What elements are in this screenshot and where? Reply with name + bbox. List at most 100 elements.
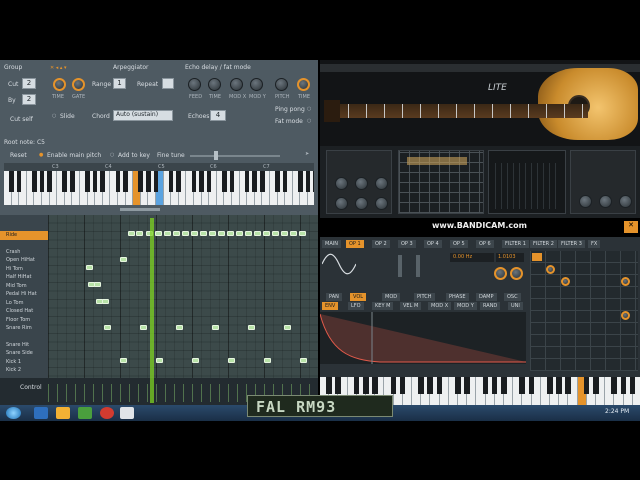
- black-key[interactable]: [100, 171, 105, 193]
- synth-tab[interactable]: OP 2: [372, 240, 390, 248]
- pan-fader[interactable]: [416, 255, 420, 277]
- note[interactable]: [136, 231, 143, 236]
- chord-knob[interactable]: [375, 197, 388, 210]
- drum-row[interactable]: Ride: [6, 232, 17, 238]
- sub-tab2[interactable]: RAND: [480, 302, 501, 310]
- cut-self-button[interactable]: Cut self: [10, 116, 33, 123]
- synth-knob[interactable]: [510, 267, 523, 280]
- start-button-icon[interactable]: [6, 407, 21, 419]
- pointer-icon[interactable]: ➤: [305, 151, 309, 157]
- chord-knob[interactable]: [335, 197, 348, 210]
- black-key[interactable]: [275, 171, 280, 193]
- add-to-key-icon[interactable]: ○: [110, 152, 114, 158]
- ratio-display[interactable]: 1.0103: [496, 253, 524, 262]
- black-key[interactable]: [62, 171, 67, 193]
- drum-row[interactable]: Half HiHat: [6, 274, 32, 280]
- sub-tab[interactable]: PITCH: [414, 293, 435, 301]
- note[interactable]: [209, 231, 216, 236]
- synth-tab[interactable]: FILTER 2: [530, 240, 557, 248]
- taskbar-app-icon[interactable]: [34, 407, 48, 419]
- synth-tab[interactable]: FILTER 3: [558, 240, 585, 248]
- keyboard-scrollbar[interactable]: [120, 208, 160, 211]
- black-key[interactable]: [427, 377, 433, 395]
- black-key[interactable]: [191, 171, 197, 193]
- matrix-knob[interactable]: [621, 277, 630, 286]
- sub-tab2[interactable]: KEY M: [372, 302, 394, 310]
- black-key[interactable]: [501, 377, 507, 395]
- drum-row[interactable]: Mid Tom: [6, 283, 27, 289]
- slide-checkbox-icon[interactable]: ○: [52, 113, 56, 119]
- sub-tab2[interactable]: LFO: [348, 302, 364, 310]
- synth-tab[interactable]: OP 5: [450, 240, 468, 248]
- drum-row[interactable]: Kick 1: [6, 359, 21, 365]
- black-key[interactable]: [206, 171, 212, 193]
- black-key[interactable]: [620, 377, 627, 395]
- sub-tab[interactable]: VOL: [350, 293, 367, 301]
- freq-display[interactable]: 0.00 Hz: [450, 253, 494, 262]
- black-key[interactable]: [593, 377, 599, 395]
- note[interactable]: [299, 231, 306, 236]
- note[interactable]: [140, 325, 147, 330]
- black-key[interactable]: [252, 171, 257, 193]
- black-key[interactable]: [115, 171, 121, 193]
- chord-select[interactable]: Auto (sustain): [113, 110, 173, 121]
- echo-time2-knob[interactable]: [297, 78, 310, 91]
- drum-row[interactable]: Snare Rim: [6, 325, 32, 331]
- black-key[interactable]: [123, 171, 128, 193]
- black-key[interactable]: [176, 171, 181, 193]
- echo-time-knob[interactable]: [208, 78, 221, 91]
- drum-row[interactable]: Lo Tom: [6, 300, 23, 306]
- taskbar-app-icon[interactable]: [78, 407, 92, 419]
- black-key[interactable]: [611, 377, 617, 395]
- root-note-keyboard[interactable]: [4, 171, 314, 205]
- note[interactable]: [120, 257, 127, 262]
- arp-time-knob[interactable]: [53, 78, 66, 91]
- black-key[interactable]: [199, 171, 204, 193]
- arp-toggle-icon[interactable]: ✕ ◂ ▴ ▾: [50, 65, 67, 71]
- sub-tab2[interactable]: VEL M: [400, 302, 422, 310]
- black-key[interactable]: [259, 171, 265, 193]
- note[interactable]: [120, 358, 127, 363]
- black-key[interactable]: [47, 171, 52, 193]
- black-key[interactable]: [335, 377, 341, 395]
- sub-tab2[interactable]: MOD Y: [454, 302, 477, 310]
- black-key[interactable]: [92, 171, 98, 193]
- black-key[interactable]: [326, 377, 332, 395]
- sub-tab[interactable]: DAMP: [476, 293, 497, 301]
- taskbar-app-icon[interactable]: [120, 407, 134, 419]
- note[interactable]: [248, 325, 255, 330]
- black-key[interactable]: [629, 377, 636, 395]
- synth-tab[interactable]: OP 1: [346, 240, 364, 248]
- note[interactable]: [182, 231, 189, 236]
- ping-pong-checkbox-icon[interactable]: ○: [307, 106, 311, 112]
- sub-tab[interactable]: PAN: [326, 293, 342, 301]
- black-key[interactable]: [282, 171, 288, 193]
- note[interactable]: [192, 358, 199, 363]
- black-key[interactable]: [168, 171, 174, 193]
- black-key[interactable]: [297, 171, 303, 193]
- black-key[interactable]: [221, 171, 227, 193]
- sub-tab2[interactable]: UNI: [508, 302, 523, 310]
- volume-fader[interactable]: [398, 255, 402, 277]
- matrix-knob[interactable]: [621, 311, 630, 320]
- black-key[interactable]: [313, 171, 314, 193]
- black-key[interactable]: [390, 377, 397, 395]
- drum-row[interactable]: Pedal Hi Hat: [6, 291, 37, 297]
- echo-modx-knob[interactable]: [230, 78, 243, 91]
- sub-tab[interactable]: PHASE: [446, 293, 469, 301]
- matrix-knob[interactable]: [561, 277, 570, 286]
- synth-knob[interactable]: [494, 267, 507, 280]
- note-grid[interactable]: [48, 215, 318, 385]
- synth-tab[interactable]: OP 3: [398, 240, 416, 248]
- note[interactable]: [173, 231, 180, 236]
- note[interactable]: [264, 358, 271, 363]
- black-key[interactable]: [372, 377, 378, 395]
- repeat-input[interactable]: [162, 78, 174, 89]
- range-input[interactable]: 1: [113, 78, 126, 89]
- note[interactable]: [104, 325, 111, 330]
- note[interactable]: [102, 299, 109, 304]
- black-key[interactable]: [9, 171, 14, 193]
- synth-close-icon[interactable]: ✕: [624, 221, 638, 233]
- fm-matrix[interactable]: [530, 251, 638, 371]
- settings-knob[interactable]: [599, 195, 612, 208]
